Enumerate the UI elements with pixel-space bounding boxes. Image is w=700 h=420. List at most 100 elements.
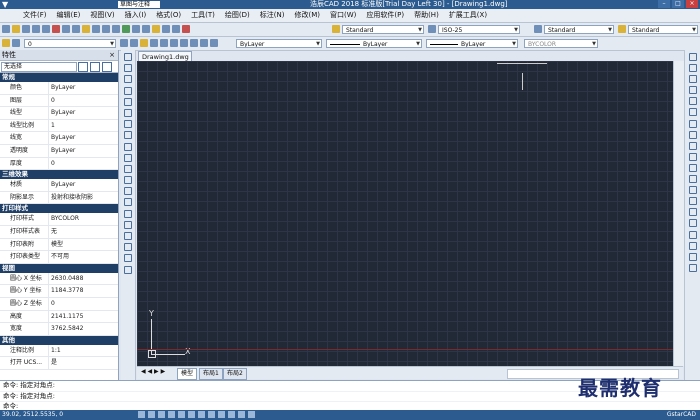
ortho-icon[interactable] bbox=[158, 411, 165, 418]
copy-icon[interactable] bbox=[689, 64, 697, 73]
menu-tools[interactable]: 工具(T) bbox=[186, 9, 220, 22]
multileader-style-icon[interactable] bbox=[618, 25, 626, 33]
property-value[interactable]: 2630.0488 bbox=[49, 273, 118, 285]
text-style-icon[interactable] bbox=[332, 25, 340, 33]
property-row[interactable]: 打印样式 BYCOLOR bbox=[0, 213, 118, 226]
undo-icon[interactable] bbox=[92, 25, 100, 33]
lengthen-icon[interactable] bbox=[689, 252, 697, 261]
property-row[interactable]: 打印样式表无 bbox=[0, 225, 118, 239]
zoom-window-icon[interactable] bbox=[132, 25, 140, 33]
layer-manager-icon[interactable] bbox=[2, 39, 10, 47]
chamfer-icon[interactable] bbox=[689, 208, 697, 217]
property-value[interactable]: 0 bbox=[49, 298, 118, 310]
property-row[interactable]: 图层 0 bbox=[0, 94, 118, 108]
property-value[interactable]: 无 bbox=[49, 226, 118, 238]
table-style-icon[interactable] bbox=[534, 25, 542, 33]
menu-window[interactable]: 窗口(W) bbox=[325, 9, 361, 22]
menu-format[interactable]: 格式(O) bbox=[151, 9, 186, 22]
match-properties-icon[interactable] bbox=[82, 25, 90, 33]
trim-icon[interactable] bbox=[689, 152, 697, 161]
property-value[interactable]: 1:1 bbox=[49, 345, 118, 357]
property-row[interactable]: 圆心 Y 坐标 1184.3778 bbox=[0, 285, 118, 298]
stretch-icon[interactable] bbox=[689, 141, 697, 150]
edit-polyline-icon[interactable] bbox=[689, 263, 697, 272]
arc-icon[interactable] bbox=[124, 108, 132, 117]
new-icon[interactable] bbox=[2, 25, 10, 33]
table-icon[interactable] bbox=[124, 243, 132, 252]
text-style-select[interactable]: Standard ▼ bbox=[342, 25, 424, 34]
close-button[interactable]: × bbox=[686, 0, 698, 8]
property-row[interactable]: 高度 2141.1175 bbox=[0, 310, 118, 324]
menu-file[interactable]: 文件(F) bbox=[18, 9, 52, 22]
layer-unlock-icon[interactable] bbox=[190, 39, 198, 47]
zoom-previous-icon[interactable] bbox=[142, 25, 150, 33]
property-row[interactable]: 线宽 ByLayer bbox=[0, 132, 118, 145]
layer-off-icon[interactable] bbox=[170, 39, 178, 47]
redo-icon[interactable] bbox=[102, 25, 110, 33]
property-value[interactable]: BYCOLOR bbox=[49, 213, 118, 225]
make-block-icon[interactable] bbox=[124, 187, 132, 196]
print-icon[interactable] bbox=[32, 25, 40, 33]
property-value[interactable]: 0 bbox=[49, 158, 118, 170]
quick-select-icon[interactable] bbox=[102, 62, 112, 72]
workspace-selector[interactable]: 草图与注释 bbox=[118, 1, 160, 8]
help-icon[interactable] bbox=[182, 25, 190, 33]
property-value[interactable]: 是 bbox=[49, 357, 118, 369]
property-row[interactable]: 颜色 ByLayer bbox=[0, 82, 118, 95]
scale-icon[interactable] bbox=[689, 130, 697, 139]
properties-icon[interactable] bbox=[152, 25, 160, 33]
maximize-button[interactable]: □ bbox=[672, 0, 684, 8]
align-icon[interactable] bbox=[689, 241, 697, 250]
property-row[interactable]: 圆心 Z 坐标 0 bbox=[0, 297, 118, 311]
property-value[interactable]: 0 bbox=[49, 95, 118, 107]
tab-model[interactable]: 模型 bbox=[177, 368, 198, 380]
construction-line-icon[interactable] bbox=[124, 64, 132, 73]
quick-properties-icon[interactable] bbox=[238, 411, 245, 418]
property-value[interactable]: ByLayer bbox=[49, 132, 118, 144]
break-icon[interactable] bbox=[689, 186, 697, 195]
linetype-select[interactable]: ByLayer ▼ bbox=[326, 39, 422, 48]
menu-help[interactable]: 帮助(H) bbox=[409, 9, 444, 22]
table-style-select[interactable]: Standard ▼ bbox=[544, 25, 614, 34]
toggle-pickadd-icon[interactable] bbox=[78, 62, 88, 72]
erase-icon[interactable] bbox=[689, 53, 697, 61]
tool-palette-icon[interactable] bbox=[172, 25, 180, 33]
paste-icon[interactable] bbox=[72, 25, 80, 33]
lineweight-select[interactable]: ByLayer ▼ bbox=[426, 39, 518, 48]
color-select[interactable]: ByLayer ▼ bbox=[236, 39, 322, 48]
extend-icon[interactable] bbox=[689, 163, 697, 172]
property-value[interactable]: 模型 bbox=[49, 239, 118, 251]
drawing-canvas[interactable]: Y X bbox=[137, 61, 673, 366]
property-value[interactable]: ByLayer bbox=[49, 82, 118, 94]
dim-style-select[interactable]: ISO-25 ▼ bbox=[438, 25, 520, 34]
point-icon[interactable] bbox=[124, 198, 132, 207]
open-icon[interactable] bbox=[12, 25, 20, 33]
property-row[interactable]: 透明度 ByLayer bbox=[0, 144, 118, 158]
layer-isolate-icon[interactable] bbox=[140, 39, 148, 47]
gradient-icon[interactable] bbox=[124, 220, 132, 229]
polygon-icon[interactable] bbox=[124, 86, 132, 95]
layer-lock-icon[interactable] bbox=[180, 39, 188, 47]
layer-select[interactable]: 0 ▼ bbox=[24, 39, 116, 48]
menu-extensions[interactable]: 扩展工具(X) bbox=[444, 9, 492, 22]
properties-section-header[interactable]: 视图 bbox=[0, 263, 118, 273]
tab-layout1[interactable]: 布局1 bbox=[199, 368, 223, 380]
layer-freeze-icon[interactable] bbox=[160, 39, 168, 47]
hatch-icon[interactable] bbox=[124, 209, 132, 218]
selection-cycling-icon[interactable] bbox=[248, 411, 255, 418]
polyline-icon[interactable] bbox=[124, 75, 132, 84]
insert-block-icon[interactable] bbox=[124, 176, 132, 185]
vertical-scrollbar[interactable] bbox=[673, 61, 684, 366]
plotstyle-select[interactable]: BYCOLOR ▼ bbox=[524, 39, 598, 48]
pan-icon[interactable] bbox=[112, 25, 120, 33]
rectangle-icon[interactable] bbox=[124, 97, 132, 106]
ellipse-icon[interactable] bbox=[124, 153, 132, 162]
property-value[interactable]: ByLayer bbox=[49, 179, 118, 191]
property-row[interactable]: 材质 ByLayer bbox=[0, 179, 118, 192]
cut-icon[interactable] bbox=[52, 25, 60, 33]
mirror-icon[interactable] bbox=[689, 75, 697, 84]
grid-icon[interactable] bbox=[148, 411, 155, 418]
revision-cloud-icon[interactable] bbox=[124, 131, 132, 140]
properties-section-header[interactable]: 三维效果 bbox=[0, 170, 118, 180]
property-row[interactable]: 线型 ByLayer bbox=[0, 107, 118, 120]
